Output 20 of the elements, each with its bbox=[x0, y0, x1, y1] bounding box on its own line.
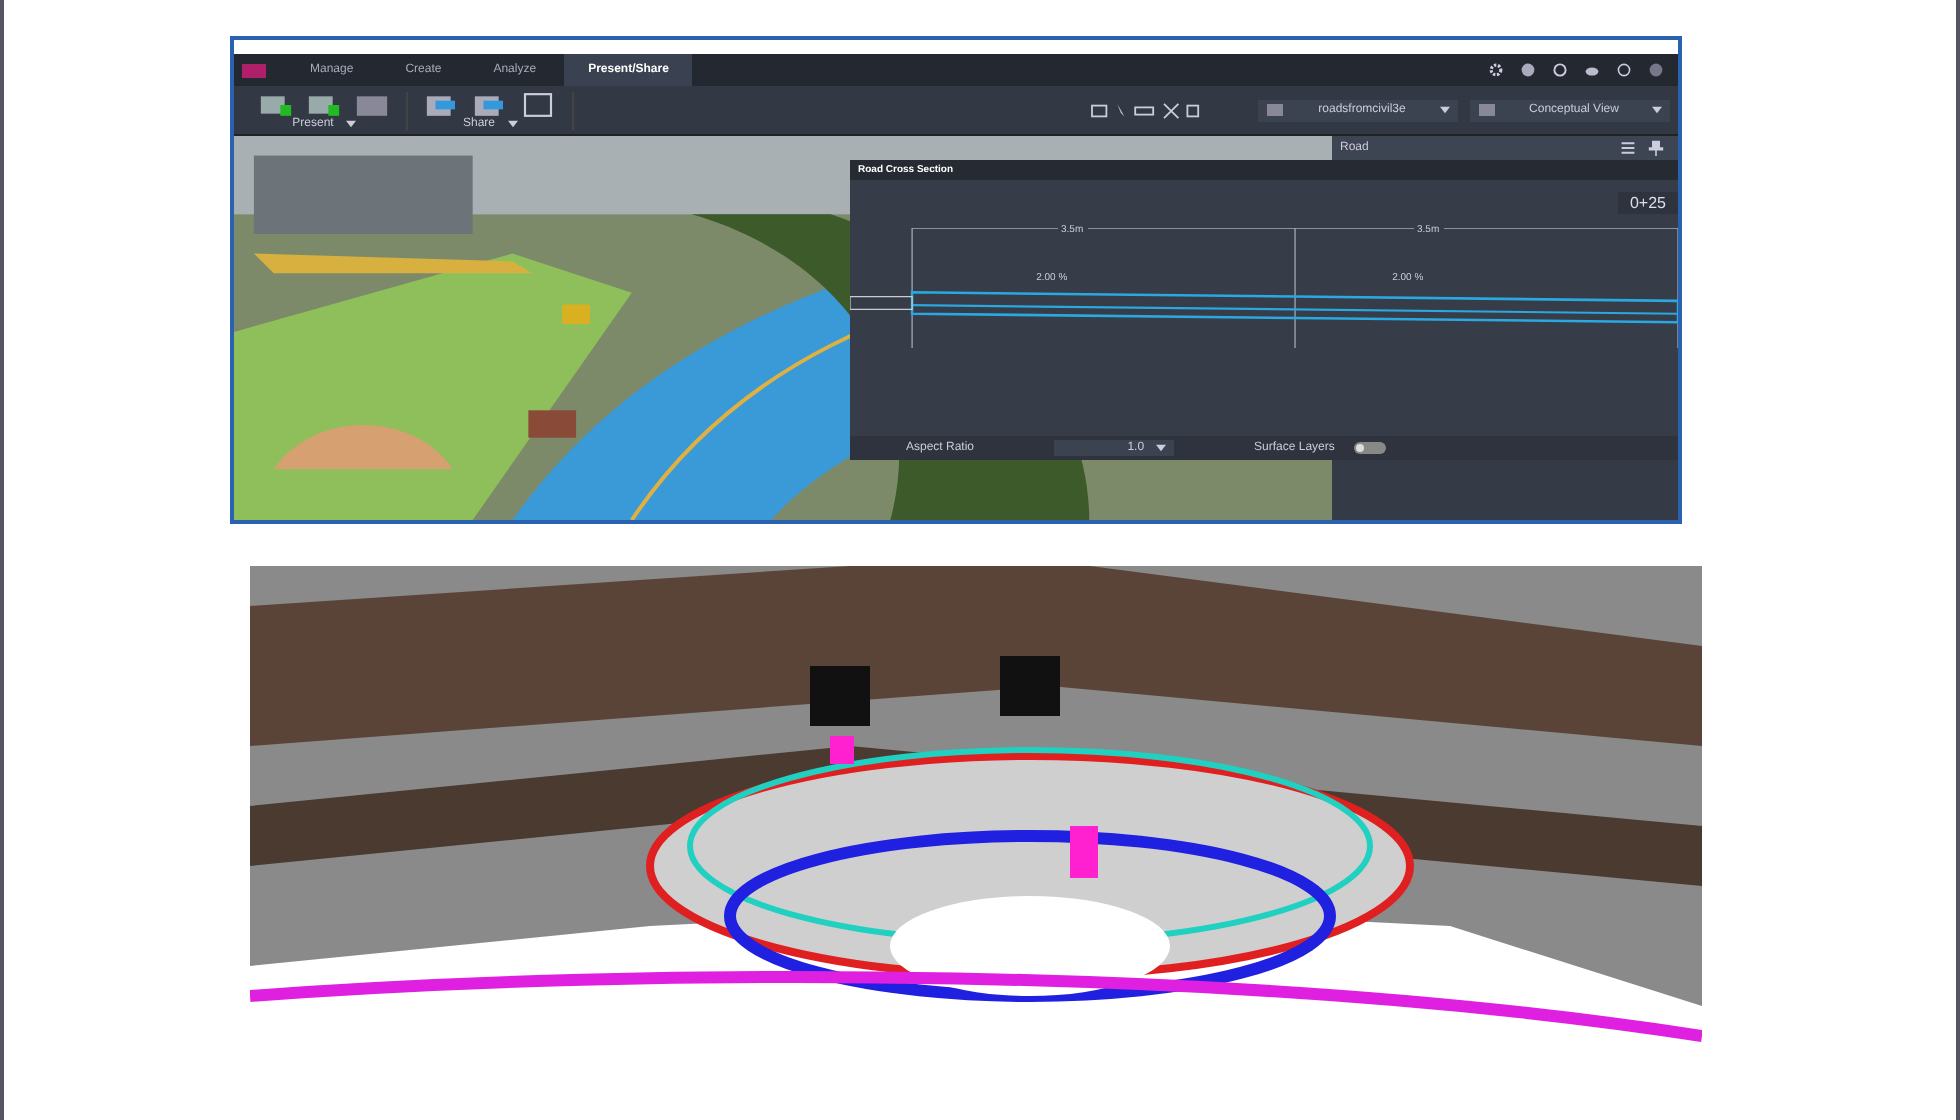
export-icon[interactable] bbox=[472, 91, 508, 117]
menu-icon[interactable] bbox=[1620, 140, 1636, 156]
gear-icon[interactable] bbox=[1488, 62, 1504, 78]
app-logo-icon bbox=[242, 63, 266, 77]
export-icon[interactable] bbox=[424, 91, 460, 117]
view-icon bbox=[1478, 104, 1496, 116]
caret-icon bbox=[1156, 444, 1167, 452]
cloud-icon[interactable] bbox=[1584, 62, 1600, 78]
view-icon bbox=[1266, 104, 1284, 116]
film-icon[interactable] bbox=[306, 91, 342, 117]
document-icon[interactable] bbox=[520, 91, 556, 117]
caret-icon bbox=[345, 119, 356, 127]
toggle-switch[interactable] bbox=[1354, 442, 1387, 454]
caret-icon bbox=[1651, 106, 1662, 114]
film-icon[interactable] bbox=[258, 91, 294, 117]
caret-icon bbox=[1440, 106, 1450, 114]
caret-icon bbox=[507, 119, 517, 127]
pin-icon[interactable] bbox=[1648, 140, 1664, 156]
station-field[interactable]: 0+25 bbox=[1617, 192, 1678, 214]
image-icon[interactable] bbox=[354, 91, 390, 117]
